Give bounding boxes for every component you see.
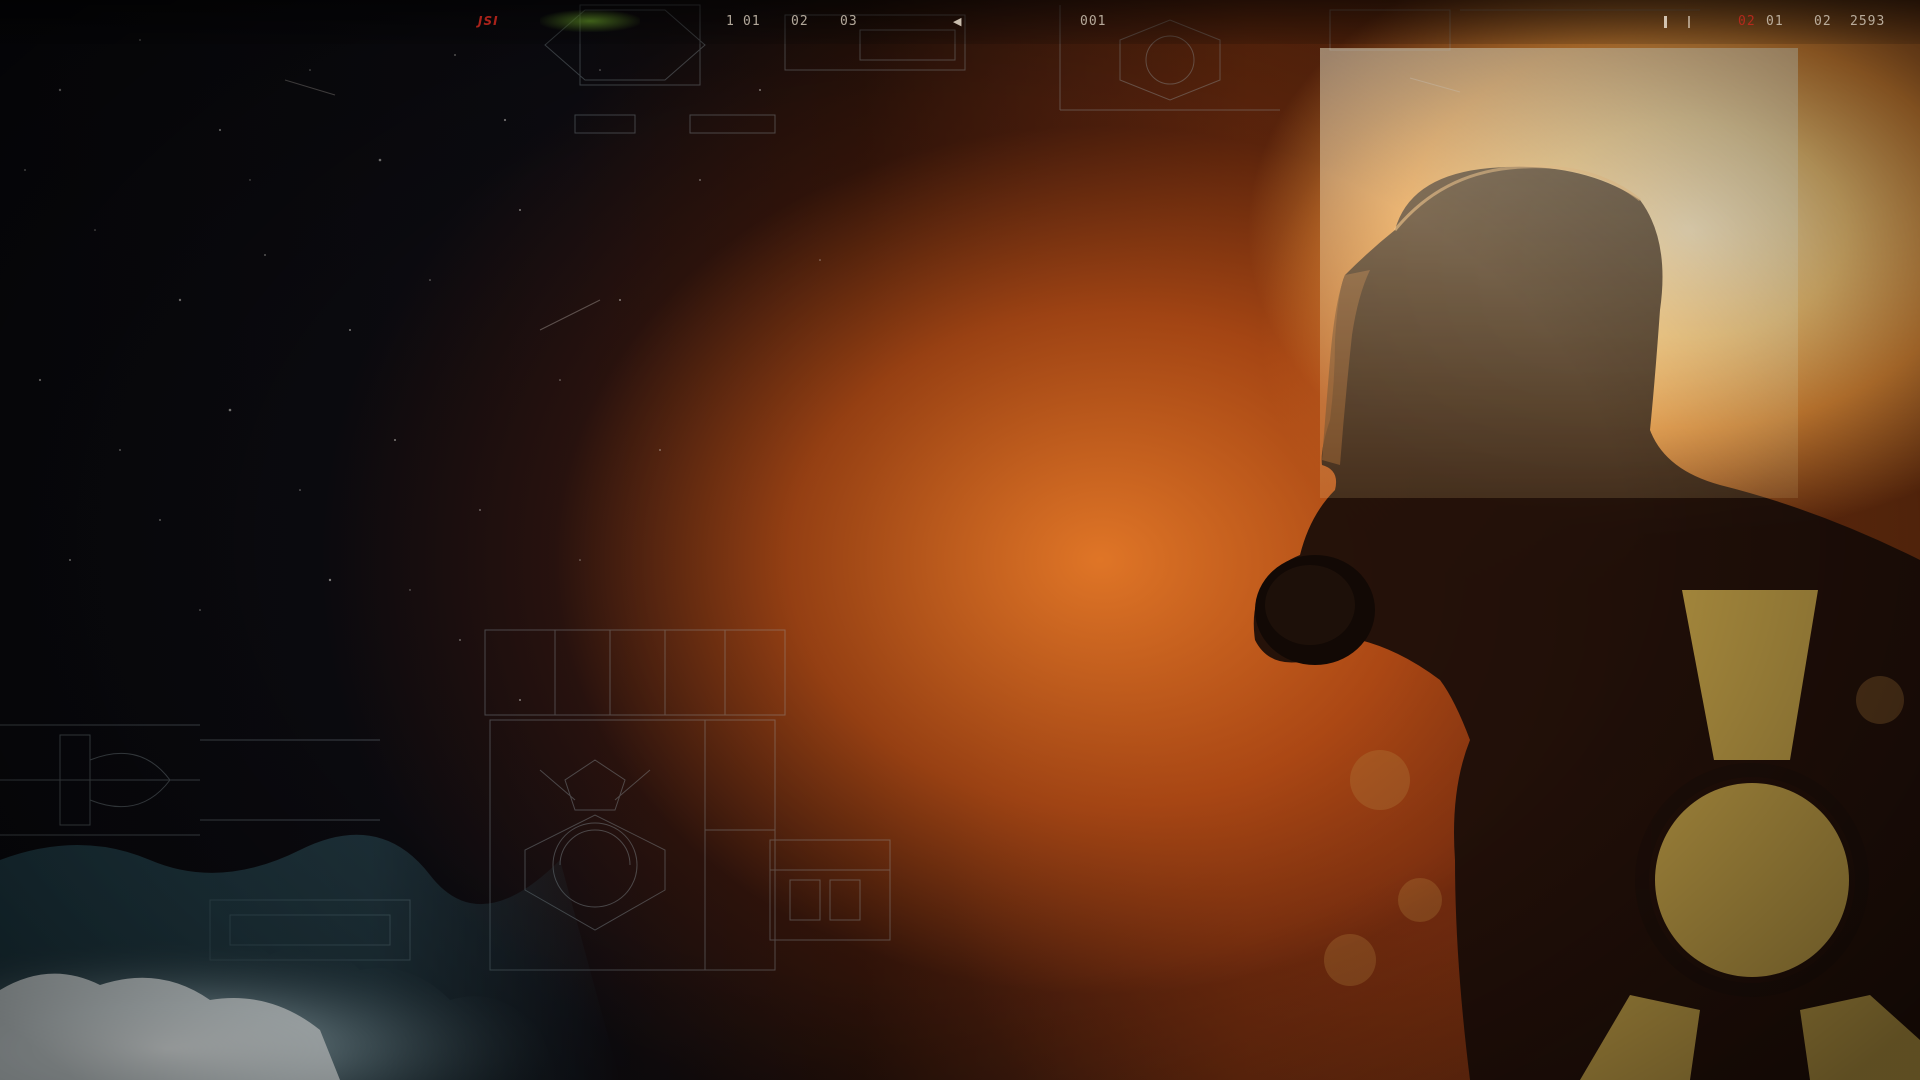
hud-top-strip: JSI 1 01 02 03 ◀ 001 02 01 02 2593 (0, 0, 1920, 44)
hud-logo-mark: JSI (478, 14, 499, 28)
hud-counter-c: 03 (840, 14, 858, 29)
doorway-light (1320, 48, 1798, 498)
hud-counter-a: 1 (726, 14, 735, 29)
hud-play-arrow-icon: ◀ (953, 15, 962, 28)
hud-tick-mark (1664, 16, 1667, 28)
hud-right-counter-c: 2593 (1850, 14, 1886, 29)
hud-right-counter-b: 02 (1814, 14, 1832, 29)
hud-frame-counter: 001 (1080, 14, 1107, 29)
title-screen-scene: JSI 1 01 02 03 ◀ 001 02 01 02 2593 (0, 0, 1920, 1080)
hud-counter-b: 02 (791, 14, 809, 29)
hud-right-counter-a: 01 (1766, 14, 1784, 29)
hud-tick-mark (1688, 16, 1690, 28)
hud-counter-a-sub: 01 (743, 14, 761, 29)
hud-right-counter-red: 02 (1738, 14, 1756, 29)
hud-status-glow (540, 10, 640, 32)
